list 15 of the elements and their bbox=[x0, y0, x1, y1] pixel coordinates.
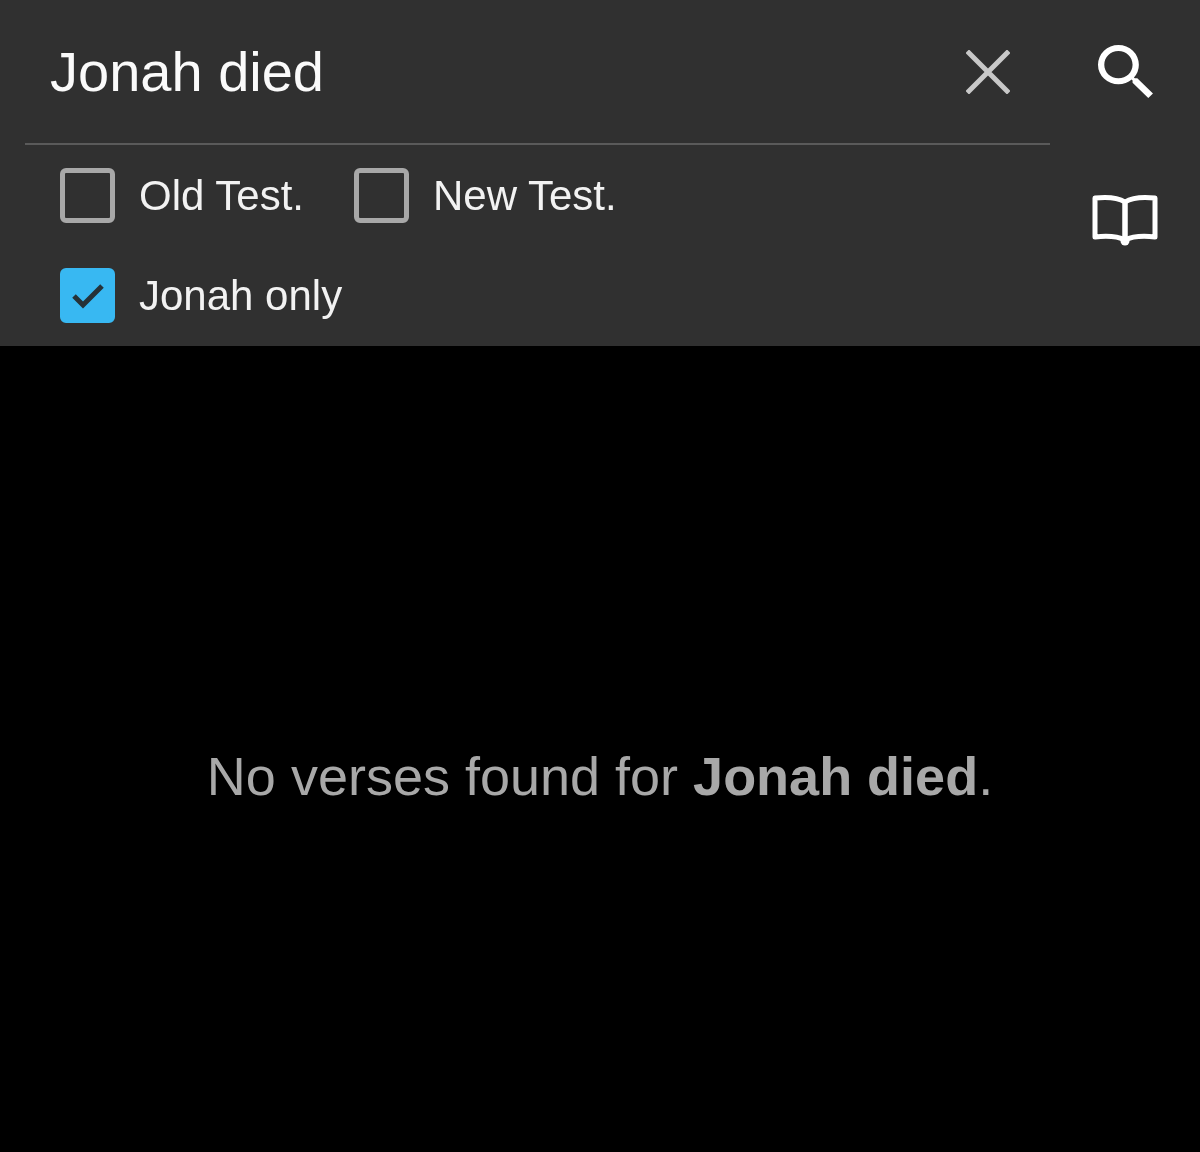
close-icon bbox=[966, 49, 1010, 94]
search-button[interactable] bbox=[1097, 45, 1153, 98]
book-icon bbox=[1092, 193, 1158, 246]
checkbox-label[interactable]: Jonah only bbox=[139, 274, 343, 317]
clear-button[interactable] bbox=[966, 49, 1010, 94]
book-button[interactable] bbox=[1092, 193, 1158, 246]
check-icon bbox=[70, 282, 105, 309]
checkbox[interactable] bbox=[60, 268, 115, 323]
checkbox-label[interactable]: Old Test. bbox=[139, 174, 304, 217]
checkbox[interactable] bbox=[60, 168, 115, 223]
search-icon bbox=[1097, 45, 1153, 98]
checkbox-label[interactable]: New Test. bbox=[432, 174, 617, 217]
checkbox[interactable] bbox=[353, 168, 409, 223]
search-input[interactable]: Jonah died bbox=[25, 31, 966, 112]
empty-result-message: No verses found for Jonah died. bbox=[206, 744, 994, 808]
